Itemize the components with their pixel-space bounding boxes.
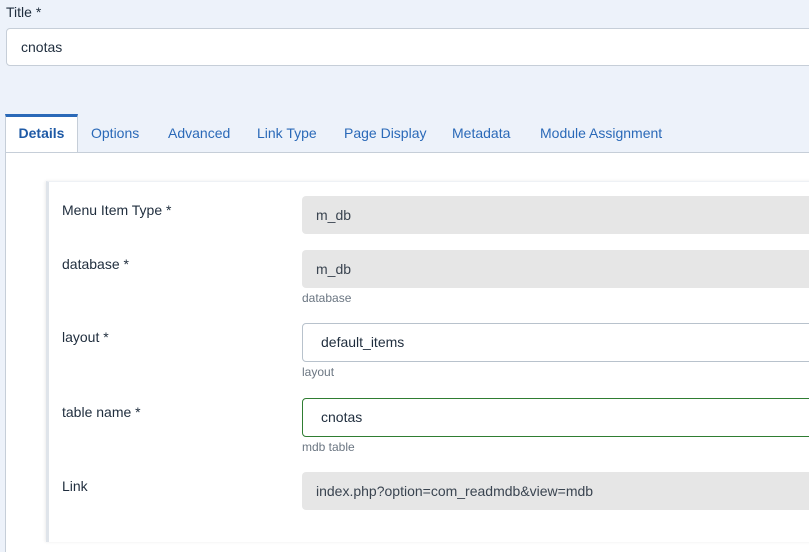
table-name-input[interactable]: cnotas [302,398,809,437]
tab-advanced[interactable]: Advanced [168,125,230,141]
database-help: database [302,291,352,305]
title-label: Title * [6,4,42,20]
database-label: database * [62,256,129,272]
link-label: Link [62,478,88,494]
tab-link-type[interactable]: Link Type [257,125,317,141]
table-name-label: table name * [62,404,141,420]
layout-select[interactable]: default_items [302,323,809,362]
menu-item-type-field: m_db [302,196,809,234]
title-input[interactable]: cnotas [6,28,809,66]
layout-help: layout [302,365,335,379]
database-field: m_db [302,250,809,288]
menu-item-type-label: Menu Item Type * [62,202,172,218]
table-name-help: mdb table [302,440,355,454]
tab-module-assignment[interactable]: Module Assignment [540,125,662,141]
tab-metadata[interactable]: Metadata [452,125,510,141]
layout-label: layout * [62,329,109,345]
tab-page-display[interactable]: Page Display [344,125,427,141]
link-field: index.php?option=com_readmdb&view=mdb [302,472,809,510]
tab-details[interactable]: Details [5,114,78,152]
tab-bar: Details Options Advanced Link Type Page … [5,114,809,153]
tab-options[interactable]: Options [91,125,139,141]
